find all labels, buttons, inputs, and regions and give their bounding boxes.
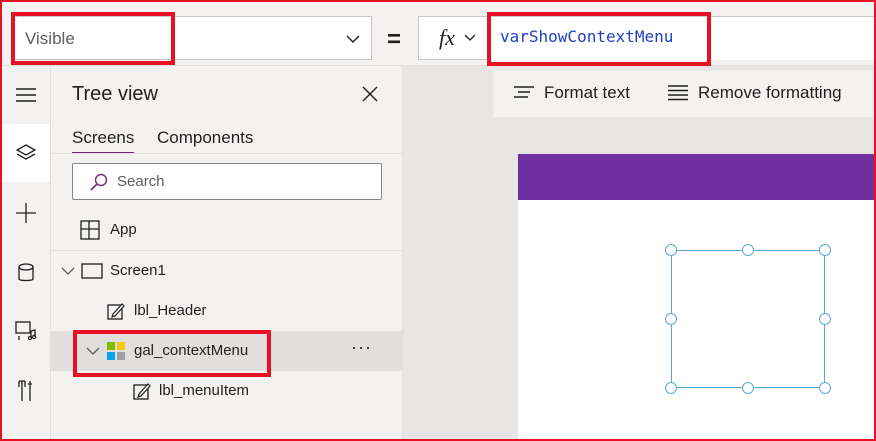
tree-item-screen1[interactable]: Screen1 <box>51 251 403 291</box>
tab-label: Screens <box>72 128 135 147</box>
fx-icon: fx <box>439 25 455 50</box>
formula-bar: Visible = fx varShowContextMenu <box>2 2 876 66</box>
label-edit-icon <box>133 383 151 400</box>
chevron-down-icon <box>464 34 476 41</box>
resize-handle[interactable] <box>665 313 677 325</box>
tab-label: Components <box>157 128 254 147</box>
tree-item-label: App <box>110 221 137 238</box>
formula-input[interactable]: varShowContextMenu <box>488 16 876 60</box>
data-button[interactable] <box>2 244 50 302</box>
more-options-button[interactable]: ··· <box>351 337 372 358</box>
hamburger-icon <box>16 88 36 102</box>
tree-item-label: lbl_menuItem <box>159 382 250 399</box>
format-text-icon <box>514 86 534 98</box>
database-icon <box>18 263 34 282</box>
media-icon <box>15 321 37 341</box>
function-button[interactable]: fx <box>418 16 488 60</box>
tree-item-gal-contextmenu[interactable]: gal_contextMenu ··· <box>51 331 403 371</box>
screen-header <box>518 154 874 200</box>
label-edit-icon <box>107 303 125 320</box>
chevron-down-icon[interactable] <box>61 266 75 276</box>
tree-item-label: Screen1 <box>110 262 166 279</box>
hamburger-menu-button[interactable] <box>2 66 50 124</box>
chevron-down-icon <box>346 35 360 43</box>
search-input[interactable]: Search <box>72 163 382 200</box>
tree-item-label: gal_contextMenu <box>134 342 249 359</box>
layers-icon <box>15 144 37 160</box>
remove-formatting-label: Remove formatting <box>698 83 842 102</box>
resize-handle[interactable] <box>742 382 754 394</box>
search-icon <box>90 173 108 191</box>
tab-screens[interactable]: Screens <box>72 128 135 154</box>
remove-formatting-icon <box>668 85 688 101</box>
app-icon <box>80 220 100 240</box>
resize-handle[interactable] <box>819 382 831 394</box>
left-rail <box>2 66 51 439</box>
tab-components[interactable]: Components <box>157 128 253 148</box>
tree-view-button[interactable] <box>2 124 50 182</box>
tree-view-panel: Tree view Screens Components Search App … <box>51 66 403 439</box>
resize-handle[interactable] <box>742 244 754 256</box>
formula-text: varShowContextMenu <box>500 27 674 46</box>
app-screen[interactable] <box>518 154 874 439</box>
resize-handle[interactable] <box>819 244 831 256</box>
resize-handle[interactable] <box>665 382 677 394</box>
format-text-label: Format text <box>544 83 630 102</box>
advanced-tools-button[interactable] <box>2 362 50 420</box>
property-dropdown[interactable]: Visible <box>12 16 372 60</box>
insert-button[interactable] <box>2 184 50 242</box>
equals-sign: = <box>387 26 402 53</box>
media-button[interactable] <box>2 302 50 360</box>
text-toolbar: Format text Remove formatting <box>493 70 874 118</box>
tree-item-lbl-header[interactable]: lbl_Header <box>51 291 403 331</box>
chevron-down-icon[interactable] <box>86 346 100 356</box>
remove-formatting-button[interactable]: Remove formatting <box>668 83 842 103</box>
tree-item-label: lbl_Header <box>134 302 207 319</box>
add-icon <box>16 203 36 223</box>
panel-title: Tree view <box>72 83 158 105</box>
tree-item-lbl-menuitem[interactable]: lbl_menuItem <box>51 371 403 411</box>
resize-handle[interactable] <box>665 244 677 256</box>
selected-gallery[interactable] <box>671 250 825 388</box>
tools-icon <box>18 380 32 401</box>
resize-handle[interactable] <box>819 313 831 325</box>
screen-icon <box>81 263 103 279</box>
gallery-icon <box>107 342 125 360</box>
canvas-area: Format text Remove formatting <box>403 66 874 439</box>
format-text-button[interactable]: Format text <box>514 83 630 103</box>
tree-item-app[interactable]: App <box>51 210 403 250</box>
tab-divider <box>51 153 403 154</box>
search-placeholder: Search <box>117 173 165 190</box>
property-value: Visible <box>25 29 75 48</box>
close-icon[interactable] <box>362 86 378 102</box>
